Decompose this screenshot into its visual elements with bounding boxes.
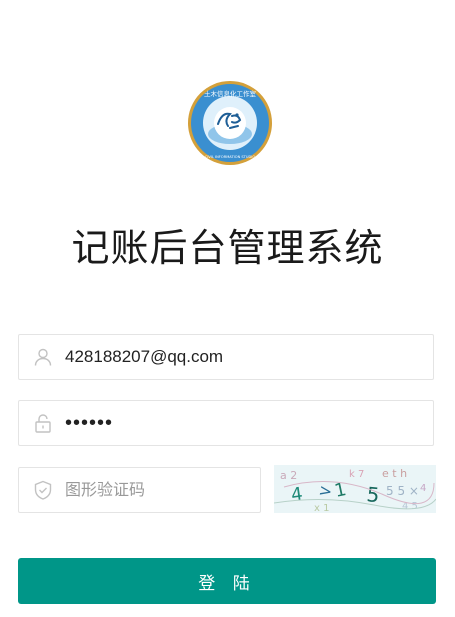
svg-text:a 2: a 2 <box>280 469 297 482</box>
logo-ring-text: 土木信息化工作室 <box>204 89 257 98</box>
captcha-image[interactable]: a 2 x 1 k 7 e t h 4 5 4 5 5 × 4 > 1 5 <box>274 465 436 513</box>
captcha-field <box>18 467 261 513</box>
logo-subtext: CIVIL INFORMATION STUDIO <box>205 155 256 159</box>
password-input[interactable] <box>65 401 425 445</box>
login-button[interactable]: 登 陆 <box>18 558 436 604</box>
password-field <box>18 400 434 446</box>
login-page: 土木信息化工作室 CIVIL INFORMATION STUDIO 记账后台管理… <box>0 0 455 617</box>
svg-text:k 7: k 7 <box>349 469 364 480</box>
svg-text:x 1: x 1 <box>314 503 329 513</box>
page-title: 记账后台管理系统 <box>71 226 384 270</box>
svg-text:e t h: e t h <box>382 467 407 480</box>
username-field <box>18 334 434 380</box>
svg-text:5 5 ×: 5 5 × <box>386 484 419 498</box>
lock-icon <box>35 414 51 433</box>
studio-logo: 土木信息化工作室 CIVIL INFORMATION STUDIO <box>188 81 272 165</box>
user-icon <box>34 348 52 366</box>
username-input[interactable] <box>65 335 425 379</box>
captcha-input[interactable] <box>65 468 250 512</box>
shield-icon <box>34 480 52 500</box>
svg-text:4: 4 <box>420 483 426 494</box>
